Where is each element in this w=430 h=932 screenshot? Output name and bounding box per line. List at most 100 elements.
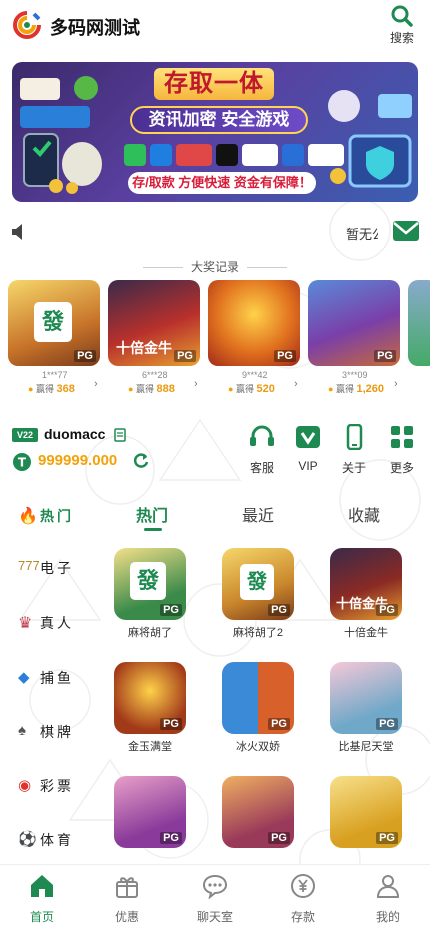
jackpot-win: ● 赢得 520 [228,383,275,395]
category-cards[interactable]: ♠ 棋牌 [0,712,100,752]
app-logo-icon [13,11,41,39]
mail-icon[interactable] [392,218,420,244]
win-label: 赢得 [235,384,254,394]
win-label: 赢得 [335,384,354,394]
notice-bar[interactable]: 暂无公告 [0,216,430,248]
nav-profile[interactable]: 我的 [353,873,423,925]
game-card[interactable]: PG 金玉满堂 [114,662,186,754]
jackpot-title: 大奖记录 [0,258,430,275]
game-card[interactable]: PG 比基尼天堂 [330,662,402,754]
promo-banner[interactable]: 存取一体 资讯加密 安全游戏 存/取款 方便快速 资金有保障！ [12,62,418,202]
username: duomacc [44,426,106,442]
tab-recent[interactable]: 最近 [242,502,274,526]
game-name: 十倍金牛 [344,627,388,639]
provider-tag: PG [268,604,290,616]
nav-chat[interactable]: 聊天室 [180,873,250,925]
game-tabs: 热门 最近 收藏 [100,498,430,534]
jackpot-card[interactable]: 發 PG 1***77 ● 赢得 368 [8,280,100,395]
game-name: 金玉满堂 [128,741,172,753]
account-panel: V22 duomacc T 999999.000 客服 VIP 关于 更多 [12,423,418,476]
game-card[interactable]: PG [222,776,294,848]
jackpot-card[interactable]: PG 3***09 ● 赢得 1,260 [308,280,400,395]
bottom-nav: 首页 优惠 聊天室 存款 我的 [0,864,430,932]
refresh-icon[interactable] [132,452,150,470]
game-name: 比基尼天堂 [338,741,394,753]
wechat-pay-icon [124,144,146,166]
game-card[interactable]: PG [114,776,186,848]
quick-link-label: 更多 [389,461,414,475]
vip-shield-icon [296,426,320,448]
category-live[interactable]: ♛ 真人 [0,603,100,643]
game-card[interactable]: PG [330,776,402,848]
headset-icon [250,425,274,446]
tab-hot[interactable]: 热门 [136,502,168,526]
banner-security-graphic [328,90,412,188]
app-title: 多码网测试 [50,18,140,38]
game-thumb: PG [114,776,186,848]
tiktok-icon [216,144,238,166]
category-sports[interactable]: ⚽ 体育 [0,820,100,860]
flame-icon: 🔥 [18,508,38,525]
win-amount: 888 [156,383,175,395]
live-dealer-icon: ♛ [18,615,33,632]
soccer-icon: ⚽ [18,831,37,848]
svg-text:T: T [18,456,27,470]
nav-promotions[interactable]: 优惠 [92,873,162,925]
provider-tag: PG [376,604,398,616]
quick-link-more[interactable]: 更多 [382,424,422,476]
win-label: 赢得 [135,384,154,394]
chevron-right-icon: › [194,378,198,390]
lottery-icon: ◉ [18,777,32,794]
jackpot-card[interactable]: 十倍金牛 PG 6***28 ● 赢得 888 [108,280,200,395]
quick-link-label: 关于 [341,461,366,475]
quick-link-label: VIP [298,459,318,473]
category-label: 彩票 [40,778,74,794]
card-pay-icon [176,144,212,166]
search-label: 搜索 [389,31,414,45]
provider-tag: PG [174,350,196,362]
game-card[interactable]: PG 冰火双娇 [222,662,294,754]
provider-tag: PG [376,718,398,730]
quick-link-about[interactable]: 关于 [334,423,374,476]
category-hot[interactable]: 🔥 热门 [0,496,100,536]
chevron-right-icon: › [94,378,98,390]
coin-pay-icon [282,144,304,166]
game-card[interactable]: 發 PG 麻将胡了2 [222,548,294,640]
category-slots[interactable]: 777 电子 [0,548,100,588]
win-amount: 1,260 [356,383,385,395]
phone-icon [346,423,363,451]
banner-shield-graphic [20,76,102,194]
header: 多码网测试 搜索 [0,0,430,50]
nav-label: 优惠 [114,910,139,924]
category-label: 体育 [40,832,74,848]
category-fishing[interactable]: ◆ 捕鱼 [0,658,100,698]
jackpot-user: 1***77 [42,370,68,380]
jackpot-game-thumb: 十倍金牛 PG [108,280,200,366]
quick-link-label: 客服 [249,461,274,475]
game-card[interactable]: 十倍金牛 PG 十倍金牛 [330,548,402,640]
nav-label: 聊天室 [196,910,233,924]
nav-deposit[interactable]: 存款 [268,873,338,925]
jackpot-game-thumb [408,280,430,366]
nav-label: 我的 [375,910,400,924]
game-thumb: 發 PG [114,548,186,620]
vip-level-badge: V22 [12,428,38,442]
game-thumb: PG [330,662,402,734]
game-card[interactable]: 發 PG 麻将胡了 [114,548,186,640]
nav-label: 首页 [29,910,54,924]
copy-icon[interactable] [114,428,126,442]
jackpot-game-thumb: 發 PG [8,280,100,366]
tab-favorites[interactable]: 收藏 [348,502,380,526]
banner-slogan: 资讯加密 安全游戏 [130,106,308,134]
speaker-icon [12,224,22,240]
nav-home[interactable]: 首页 [7,873,77,925]
category-lottery[interactable]: ◉ 彩票 [0,766,100,806]
game-thumb: 發 PG [222,548,294,620]
search-button[interactable]: 搜索 [386,4,418,46]
chevron-right-icon: › [394,378,398,390]
category-label: 热门 [40,508,74,524]
fish-icon: ◆ [18,669,30,686]
quick-link-vip[interactable]: VIP [288,424,328,473]
quick-link-support[interactable]: 客服 [242,424,282,476]
jackpot-card[interactable]: PG 9***42 ● 赢得 520 [208,280,300,395]
